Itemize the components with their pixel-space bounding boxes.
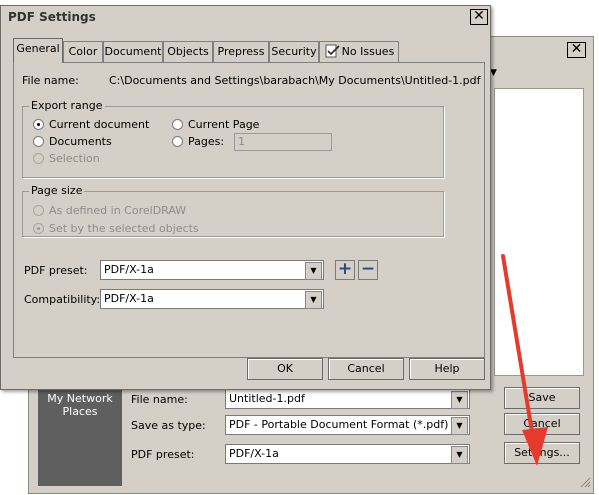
close-icon: ✕ <box>473 8 485 24</box>
current-page-label: Current Page <box>188 118 260 131</box>
radio-current-document[interactable] <box>33 119 44 130</box>
chevron-down-icon[interactable]: ▼ <box>451 446 468 464</box>
tab-color[interactable]: Color <box>63 41 103 62</box>
pdf-file-name-value: C:\Documents and Settings\barabach\My Do… <box>109 74 481 87</box>
pdf-cancel-button[interactable]: Cancel <box>328 358 404 380</box>
file-name-label: File name: <box>131 393 188 406</box>
places-label: My Network Places <box>47 392 113 418</box>
help-button[interactable]: Help <box>409 358 485 380</box>
save-as-type-label: Save as type: <box>131 419 206 432</box>
set-by-selected-label: Set by the selected objects <box>49 222 199 235</box>
ok-button[interactable]: OK <box>247 358 323 380</box>
file-name-value: Untitled-1.pdf <box>229 392 305 405</box>
page-size-title: Page size <box>29 184 85 197</box>
save-preset-label: PDF preset: <box>131 448 195 461</box>
tab-document[interactable]: Document <box>103 41 163 62</box>
general-tab-panel: File name: C:\Documents and Settings\bar… <box>13 62 485 358</box>
tab-no-issues-label: No Issues <box>341 45 395 58</box>
pdf-preset-label: PDF preset: <box>24 264 88 277</box>
save-dialog-close-button[interactable]: ✕ <box>567 42 586 58</box>
checklist-icon <box>325 44 340 58</box>
compatibility-label: Compatibility: <box>24 293 101 306</box>
pages-input[interactable]: 1 <box>234 133 332 151</box>
save-as-type-select[interactable]: PDF - Portable Document Format (*.pdf) ▼ <box>225 415 470 435</box>
pdf-preset-select[interactable]: PDF/X-1a ▼ <box>100 260 324 280</box>
save-preset-value: PDF/X-1a <box>229 447 279 460</box>
chevron-down-icon[interactable]: ▼ <box>451 391 468 409</box>
save-as-type-value: PDF - Portable Document Format (*.pdf) <box>229 418 449 431</box>
view-menu-arrow-icon[interactable]: ▼ <box>490 68 497 78</box>
as-defined-label: As defined in CorelDRAW <box>49 204 187 217</box>
chevron-down-icon[interactable]: ▼ <box>451 417 468 435</box>
pdf-preset-value: PDF/X-1a <box>104 263 154 276</box>
radio-pages[interactable] <box>172 136 183 147</box>
plus-icon: + <box>337 259 353 279</box>
tab-objects[interactable]: Objects <box>163 41 213 62</box>
annotation-arrow-icon <box>501 254 548 466</box>
save-preset-select[interactable]: PDF/X-1a ▼ <box>225 444 470 464</box>
pdf-file-name-label: File name: <box>22 74 79 87</box>
radio-selection <box>33 153 44 164</box>
dialog-title: PDF Settings <box>2 7 489 27</box>
chevron-down-icon[interactable]: ▼ <box>305 262 322 280</box>
radio-documents[interactable] <box>33 136 44 147</box>
radio-current-page[interactable] <box>172 119 183 130</box>
pages-label: Pages: <box>188 135 225 148</box>
documents-label: Documents <box>49 135 112 148</box>
resize-grip-icon[interactable] <box>579 476 591 488</box>
export-range-title: Export range <box>29 99 105 112</box>
chevron-down-icon[interactable]: ▼ <box>305 291 322 309</box>
radio-set-by-selected <box>33 223 44 234</box>
selection-label: Selection <box>49 152 100 165</box>
minus-icon: − <box>360 259 376 279</box>
compatibility-select[interactable]: PDF/X-1a ▼ <box>100 289 324 309</box>
radio-as-defined <box>33 205 44 216</box>
places-item-my-network-places[interactable]: My Network Places <box>38 380 122 486</box>
dialog-close-button[interactable]: ✕ <box>470 9 488 25</box>
pdf-settings-dialog: PDF Settings ✕ General Color Document Ob… <box>0 5 491 390</box>
tab-prepress[interactable]: Prepress <box>213 41 269 62</box>
remove-preset-button[interactable]: − <box>358 260 378 280</box>
compatibility-value: PDF/X-1a <box>104 292 154 305</box>
add-preset-button[interactable]: + <box>335 260 355 280</box>
close-icon: ✕ <box>570 41 583 57</box>
file-name-combo[interactable]: Untitled-1.pdf ▼ <box>225 389 470 409</box>
current-document-label: Current document <box>49 118 150 131</box>
tab-security[interactable]: Security <box>269 41 319 62</box>
tab-general[interactable]: General <box>13 38 63 63</box>
